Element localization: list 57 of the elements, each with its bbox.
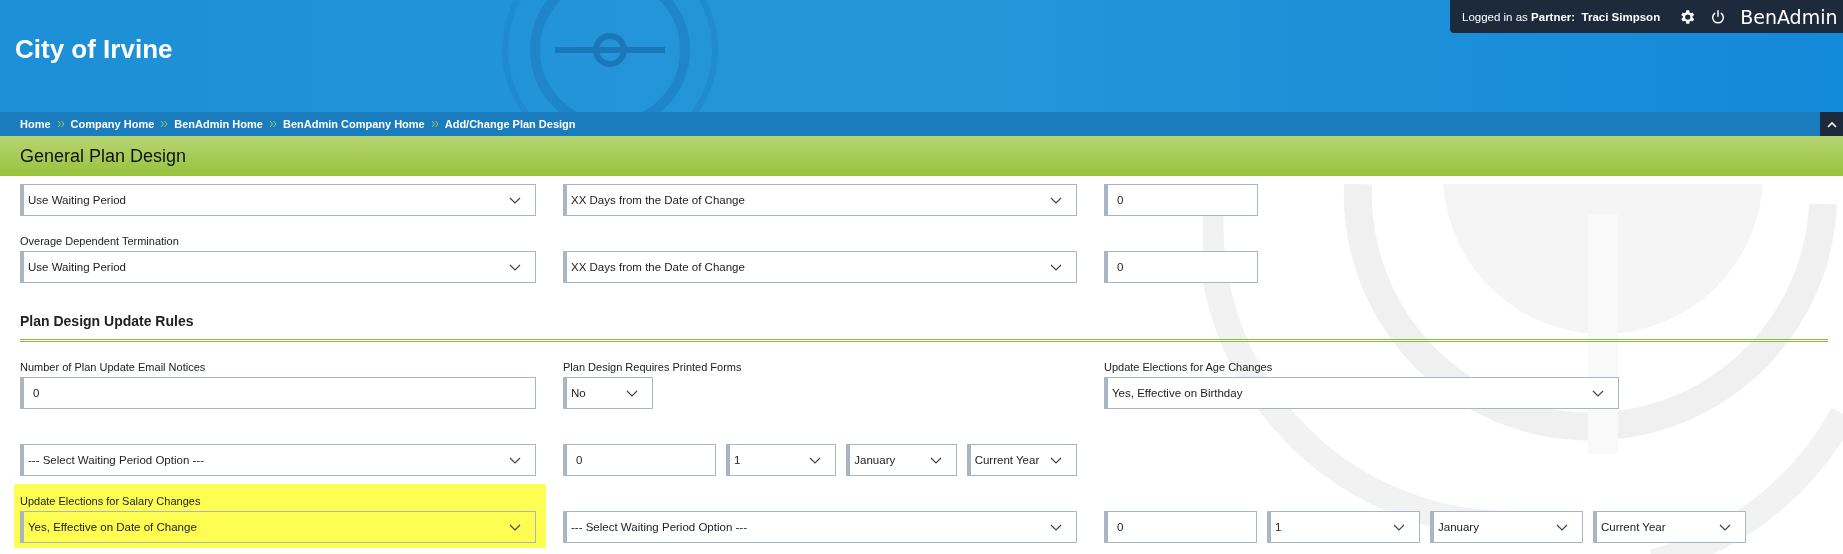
site-title: City of Irvine bbox=[15, 34, 173, 65]
input-field[interactable]: 0 bbox=[1104, 251, 1258, 283]
chevron-down-icon bbox=[1556, 523, 1568, 531]
field-label: Overage Dependent Termination bbox=[20, 235, 179, 247]
dropdown-field[interactable]: 1 bbox=[726, 444, 837, 476]
chevron-down-icon bbox=[1050, 456, 1062, 464]
dropdown-field[interactable]: Yes, Effective on Birthday bbox=[1104, 377, 1619, 409]
dropdown-field[interactable]: January bbox=[1430, 511, 1583, 543]
chevron-down-icon bbox=[509, 456, 521, 464]
chevron-down-icon bbox=[509, 196, 521, 204]
chevron-icon bbox=[56, 120, 65, 128]
chevron-down-icon bbox=[1592, 389, 1604, 397]
chevron-down-icon bbox=[626, 389, 638, 397]
page-title: General Plan Design bbox=[20, 145, 187, 167]
dropdown-field[interactable]: Yes, Effective on Date of Change bbox=[20, 511, 536, 543]
dropdown-field[interactable]: XX Days from the Date of Change bbox=[563, 251, 1077, 283]
chevron-down-icon bbox=[1050, 263, 1062, 271]
chevron-icon bbox=[430, 120, 439, 128]
dropdown-field[interactable]: 1 bbox=[1267, 511, 1420, 543]
chevron-down-icon bbox=[509, 523, 521, 531]
power-icon[interactable] bbox=[1710, 8, 1727, 25]
dropdown-field[interactable]: Use Waiting Period bbox=[20, 251, 536, 283]
brand-name: BenAdmin bbox=[1740, 5, 1838, 28]
chevron-down-icon bbox=[1393, 523, 1405, 531]
field-label: Number of Plan Update Email Notices bbox=[20, 361, 206, 373]
field-label: Update Elections for Salary Changes bbox=[20, 495, 201, 507]
dropdown-field[interactable]: --- Select Waiting Period Option --- bbox=[563, 511, 1077, 543]
input-field[interactable]: 0 bbox=[1104, 184, 1258, 216]
caret-up-icon bbox=[1826, 120, 1837, 128]
login-status: Logged in as Partner: Traci Simpson bbox=[1462, 10, 1661, 23]
breadcrumb-link[interactable]: Home bbox=[20, 118, 51, 130]
dropdown-field[interactable]: Current Year bbox=[966, 444, 1077, 476]
chevron-down-icon bbox=[1050, 196, 1062, 204]
chevron-down-icon bbox=[1719, 523, 1731, 531]
breadcrumb-link[interactable]: BenAdmin Home bbox=[174, 118, 263, 130]
dropdown-field[interactable]: Use Waiting Period bbox=[20, 184, 536, 216]
breadcrumb-link[interactable]: Company Home bbox=[70, 118, 155, 130]
section-heading: Plan Design Update Rules bbox=[20, 313, 195, 329]
input-field[interactable]: 0 bbox=[563, 444, 716, 476]
chevron-icon bbox=[268, 120, 277, 128]
chevron-down-icon bbox=[1050, 523, 1062, 531]
collapse-button[interactable] bbox=[1820, 112, 1843, 136]
chevron-down-icon bbox=[509, 263, 521, 271]
chevron-down-icon bbox=[809, 456, 822, 464]
chevron-down-icon bbox=[929, 456, 942, 464]
input-field[interactable]: 0 bbox=[1104, 511, 1257, 543]
dropdown-field[interactable]: Current Year bbox=[1593, 511, 1746, 543]
breadcrumb-link[interactable]: Add/Change Plan Design bbox=[444, 118, 576, 130]
input-field[interactable]: 0 bbox=[20, 377, 536, 409]
dropdown-field[interactable]: January bbox=[846, 444, 957, 476]
dropdown-field[interactable]: No bbox=[563, 377, 653, 409]
field-label: Plan Design Requires Printed Forms bbox=[563, 361, 742, 373]
breadcrumb-link[interactable]: BenAdmin Company Home bbox=[282, 118, 425, 130]
dropdown-field[interactable]: --- Select Waiting Period Option --- bbox=[20, 444, 536, 476]
dropdown-field[interactable]: XX Days from the Date of Change bbox=[563, 184, 1077, 216]
chevron-icon bbox=[160, 120, 169, 128]
field-label: Update Elections for Age Changes bbox=[1104, 361, 1273, 373]
